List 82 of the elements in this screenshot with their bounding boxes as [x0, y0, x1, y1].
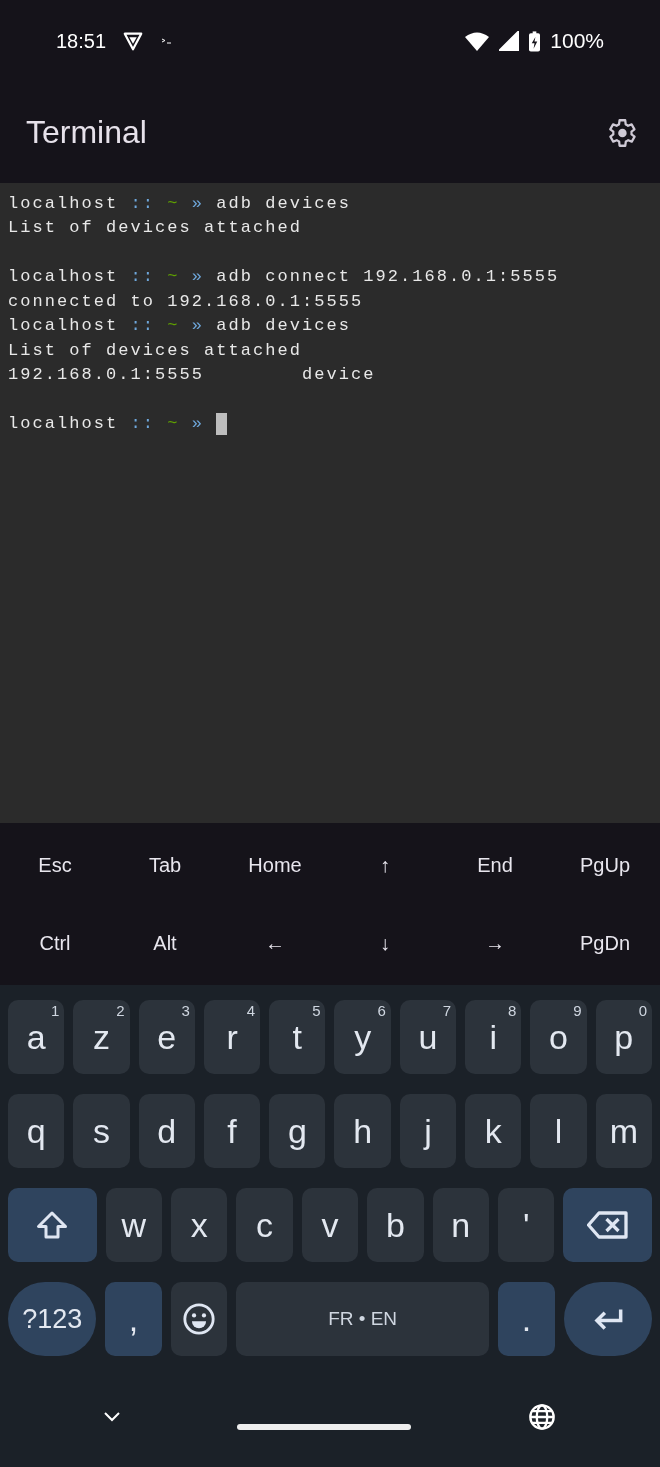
- punctuation-key[interactable]: .: [498, 1282, 555, 1356]
- letter-key[interactable]: k: [465, 1094, 522, 1168]
- prompt-directory: ~: [167, 193, 180, 213]
- terminal-command: adb devices: [216, 316, 352, 336]
- letter-key[interactable]: a 1: [8, 1000, 65, 1074]
- extra-key[interactable]: Home: [220, 826, 330, 904]
- extra-key[interactable]: Ctrl: [0, 904, 110, 982]
- space-bar[interactable]: FR • EN: [236, 1282, 490, 1356]
- letter-key[interactable]: z 2: [73, 1000, 130, 1074]
- terminal-command: adb connect 192.168.0.1:5555: [216, 267, 560, 287]
- terminal-output-line: List of devices attached: [8, 218, 303, 238]
- letter-key[interactable]: d: [138, 1094, 195, 1168]
- prompt-directory: ~: [167, 316, 180, 336]
- extra-key[interactable]: PgUp: [550, 826, 660, 904]
- terminal-output-line: 192.168.0.1:5555 device: [8, 365, 376, 385]
- letter-key[interactable]: y 6: [334, 1000, 391, 1074]
- extra-key[interactable]: ←: [220, 904, 330, 982]
- prompt-arrow: »: [191, 267, 205, 287]
- home-indicator[interactable]: [237, 1423, 411, 1430]
- letter-key[interactable]: n: [432, 1188, 489, 1262]
- prompt-separator: ::: [130, 267, 156, 287]
- letter-key[interactable]: w: [105, 1188, 162, 1262]
- letter-key[interactable]: f: [203, 1094, 261, 1168]
- letter-key[interactable]: p 0: [595, 1000, 652, 1074]
- prompt-arrow: »: [191, 414, 205, 434]
- letter-key[interactable]: ': [497, 1188, 555, 1262]
- battery-percent: 100%: [550, 29, 604, 53]
- terminal-command: adb devices: [216, 193, 352, 213]
- symbols-key[interactable]: ?123: [8, 1282, 97, 1356]
- prompt-directory: ~: [167, 414, 180, 434]
- signal-icon: [499, 31, 520, 51]
- letter-key[interactable]: m: [595, 1094, 652, 1168]
- status-time: 18:51: [56, 29, 107, 53]
- letter-key[interactable]: c: [236, 1188, 293, 1262]
- letter-key[interactable]: i 8: [465, 1000, 522, 1074]
- shield-icon: [122, 30, 145, 52]
- prompt-separator: ::: [130, 316, 156, 336]
- terminal-icon: [162, 38, 173, 44]
- punctuation-key[interactable]: ,: [105, 1282, 162, 1356]
- extra-key[interactable]: →: [440, 904, 550, 982]
- letter-key[interactable]: r 4: [203, 1000, 261, 1074]
- prompt-host: localhost: [8, 414, 119, 434]
- prompt-host: localhost: [8, 193, 119, 213]
- extra-key[interactable]: End: [440, 826, 550, 904]
- extra-key[interactable]: ↓: [330, 904, 440, 982]
- prompt-directory: ~: [167, 267, 180, 287]
- letter-key[interactable]: t 5: [269, 1000, 326, 1074]
- app-title: Terminal: [26, 114, 147, 151]
- letter-key[interactable]: e 3: [138, 1000, 195, 1074]
- letter-key[interactable]: q: [8, 1094, 65, 1168]
- battery-icon: [529, 30, 541, 52]
- terminal-output-line: List of devices attached: [8, 340, 303, 360]
- smiley-icon: [181, 1302, 216, 1336]
- extra-key[interactable]: PgDn: [550, 904, 660, 982]
- letter-key[interactable]: h: [334, 1094, 391, 1168]
- prompt-arrow: »: [191, 316, 205, 336]
- emoji-key[interactable]: [170, 1282, 227, 1356]
- extra-key[interactable]: Alt: [110, 904, 220, 982]
- prompt-separator: ::: [130, 414, 156, 434]
- backspace-icon: [586, 1210, 629, 1240]
- prompt-host: localhost: [8, 267, 119, 287]
- extra-key[interactable]: Tab: [110, 826, 220, 904]
- prompt-host: localhost: [8, 316, 119, 336]
- letter-key[interactable]: b: [367, 1188, 424, 1262]
- extra-key[interactable]: Esc: [0, 826, 110, 904]
- wifi-icon: [465, 31, 490, 51]
- extra-key[interactable]: ↑: [330, 826, 440, 904]
- chevron-down-icon[interactable]: [104, 1411, 120, 1422]
- letter-key[interactable]: g: [269, 1094, 326, 1168]
- globe-icon[interactable]: [528, 1402, 556, 1431]
- shift-key[interactable]: [8, 1188, 97, 1262]
- letter-key[interactable]: j: [399, 1094, 457, 1168]
- letter-key[interactable]: v: [301, 1188, 359, 1262]
- letter-key[interactable]: l: [530, 1094, 587, 1168]
- backspace-key[interactable]: [563, 1188, 652, 1262]
- terminal-output-line: connected to 192.168.0.1:5555: [8, 291, 364, 311]
- letter-key[interactable]: o 9: [530, 1000, 587, 1074]
- prompt-separator: ::: [130, 193, 156, 213]
- letter-key[interactable]: x: [171, 1188, 228, 1262]
- letter-key[interactable]: u 7: [399, 1000, 457, 1074]
- letter-key[interactable]: s: [73, 1094, 130, 1168]
- prompt-arrow: »: [191, 193, 205, 213]
